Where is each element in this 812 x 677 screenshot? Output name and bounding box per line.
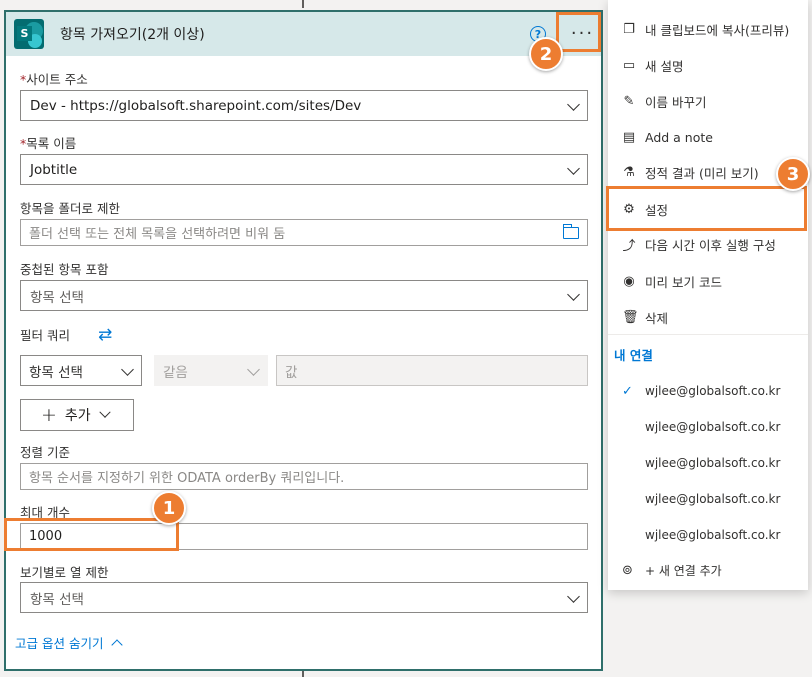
context-menu: ❐ 내 클립보드에 복사(프리뷰) ▭ 새 설명 ✎ 이름 바꾸기 ▤ Add … [608, 0, 808, 590]
list-name-value: Jobtitle [30, 161, 78, 178]
link-icon: ⊚ [622, 562, 633, 578]
check-icon: ✓ [622, 383, 633, 399]
run-after-icon: ⤴ [622, 238, 636, 254]
chevron-up-icon [111, 639, 124, 651]
comment-icon: ▭ [622, 57, 636, 73]
connection-email: wjlee@globalsoft.co.kr [645, 384, 781, 398]
connection-email: wjlee@globalsoft.co.kr [645, 528, 781, 542]
eye-icon: ◉ [623, 273, 635, 289]
swap-icon[interactable]: ⇄ [98, 325, 112, 345]
highlight-more-options [556, 12, 601, 52]
connection-item[interactable]: wjlee@globalsoft.co.kr [608, 453, 808, 473]
add-button-label: 추가 [64, 408, 91, 424]
highlight-settings [606, 186, 807, 231]
filter-value-placeholder: 값 [285, 364, 298, 381]
menu-item-add-note[interactable]: ▤ Add a note [608, 125, 808, 149]
menu-divider [608, 334, 808, 335]
menu-item-new-comment[interactable]: ▭ 새 설명 [608, 53, 808, 77]
menu-item-rename[interactable]: ✎ 이름 바꾸기 [608, 89, 808, 113]
chevron-down-icon [567, 590, 580, 603]
filter-field-select[interactable]: 항목 선택 [20, 355, 142, 386]
limit-columns-label: 보기별로 열 제한 [20, 565, 109, 580]
callout-badge-3: 3 [776, 157, 810, 191]
limit-columns-value: 항목 선택 [30, 591, 84, 608]
add-connection-link[interactable]: ⊚ + 새 연결 추가 [608, 560, 808, 580]
action-card: S 항목 가져오기(2개 이상) ? ··· *사이트 주소 Dev - htt… [4, 10, 603, 671]
filter-operator-select[interactable]: 같음 [154, 355, 268, 386]
order-by-label: 정렬 기준 [20, 445, 70, 460]
card-header[interactable]: S 항목 가져오기(2개 이상) ? ··· [6, 12, 601, 56]
note-icon: ▤ [622, 129, 636, 145]
chevron-down-icon [567, 98, 580, 111]
site-address-label: *사이트 주소 [20, 72, 88, 87]
menu-item-label: 내 클립보드에 복사(프리뷰) [645, 22, 790, 38]
menu-item-label: 정적 결과 (미리 보기) [645, 165, 759, 181]
filter-operator-value: 같음 [163, 364, 188, 381]
filter-field-value: 항목 선택 [29, 364, 83, 381]
card-title: 항목 가져오기(2개 이상) [60, 27, 205, 43]
menu-item-label: 삭제 [645, 310, 669, 326]
connection-item[interactable]: wjlee@globalsoft.co.kr [608, 417, 808, 437]
site-address-select[interactable]: Dev - https://globalsoft.sharepoint.com/… [20, 90, 588, 121]
connection-item[interactable]: wjlee@globalsoft.co.kr [608, 525, 808, 545]
hide-advanced-options-link[interactable]: 고급 옵션 숨기기 [15, 633, 124, 652]
connection-email: wjlee@globalsoft.co.kr [645, 456, 781, 470]
nested-items-label: 중첩된 항목 포함 [20, 262, 109, 277]
menu-item-label: 다음 시간 이후 실행 구성 [645, 237, 776, 253]
filter-value-input[interactable]: 값 [276, 355, 588, 386]
nested-items-select[interactable]: 항목 선택 [20, 280, 588, 311]
filter-query-label: 필터 쿼리 [20, 328, 70, 343]
chevron-down-icon [99, 406, 111, 418]
sharepoint-icon: S [14, 19, 44, 49]
menu-item-peek-code[interactable]: ◉ 미리 보기 코드 [608, 269, 808, 293]
advanced-toggle-label: 고급 옵션 숨기기 [15, 636, 104, 651]
menu-item-label: Add a note [645, 129, 713, 145]
flow-connector-top [302, 0, 304, 8]
list-name-label: *목록 이름 [20, 136, 77, 151]
menu-item-label: 미리 보기 코드 [645, 274, 722, 290]
limit-columns-select[interactable]: 항목 선택 [20, 582, 588, 613]
connection-item[interactable]: wjlee@globalsoft.co.kr [608, 489, 808, 509]
folder-limit-input[interactable]: 폴더 선택 또는 전체 목록을 선택하려면 비워 둠 [20, 219, 588, 246]
trash-icon: 🗑 [622, 309, 639, 325]
plus-icon: + [41, 404, 57, 426]
chevron-down-icon [567, 162, 580, 175]
menu-item-run-after[interactable]: ⤴ 다음 시간 이후 실행 구성 [608, 232, 808, 256]
menu-item-delete[interactable]: 🗑 삭제 [608, 305, 808, 329]
menu-item-label: 새 설명 [645, 58, 684, 74]
my-connections-heading: 내 연결 [614, 348, 653, 363]
flask-icon: ⚗ [623, 164, 635, 180]
menu-item-label: 이름 바꾸기 [645, 94, 707, 110]
folder-icon[interactable] [563, 224, 579, 239]
order-by-input[interactable]: 항목 순서를 지정하기 위한 ODATA orderBy 쿼리입니다. [20, 463, 588, 490]
chevron-down-icon [121, 363, 134, 376]
folder-limit-label: 항목을 폴더로 제한 [20, 201, 120, 216]
connection-item[interactable]: ✓ wjlee@globalsoft.co.kr [608, 381, 808, 401]
chevron-down-icon [247, 363, 260, 376]
folder-limit-placeholder: 폴더 선택 또는 전체 목록을 선택하려면 비워 둠 [29, 227, 286, 242]
add-button[interactable]: + 추가 [20, 399, 134, 431]
add-connection-label: + 새 연결 추가 [645, 563, 722, 578]
pencil-icon: ✎ [623, 93, 635, 109]
chevron-down-icon [567, 288, 580, 301]
connection-email: wjlee@globalsoft.co.kr [645, 492, 781, 506]
highlight-top-count [4, 518, 179, 551]
menu-item-copy[interactable]: ❐ 내 클립보드에 복사(프리뷰) [608, 17, 808, 41]
flow-connector-bottom [302, 671, 304, 677]
copy-icon: ❐ [623, 21, 635, 37]
list-name-select[interactable]: Jobtitle [20, 154, 588, 185]
connection-email: wjlee@globalsoft.co.kr [645, 420, 781, 434]
nested-items-value: 항목 선택 [30, 289, 84, 306]
callout-badge-2: 2 [529, 37, 563, 71]
order-by-placeholder: 항목 순서를 지정하기 위한 ODATA orderBy 쿼리입니다. [29, 471, 345, 486]
site-address-value: Dev - https://globalsoft.sharepoint.com/… [30, 97, 362, 114]
callout-badge-1: 1 [152, 491, 186, 525]
